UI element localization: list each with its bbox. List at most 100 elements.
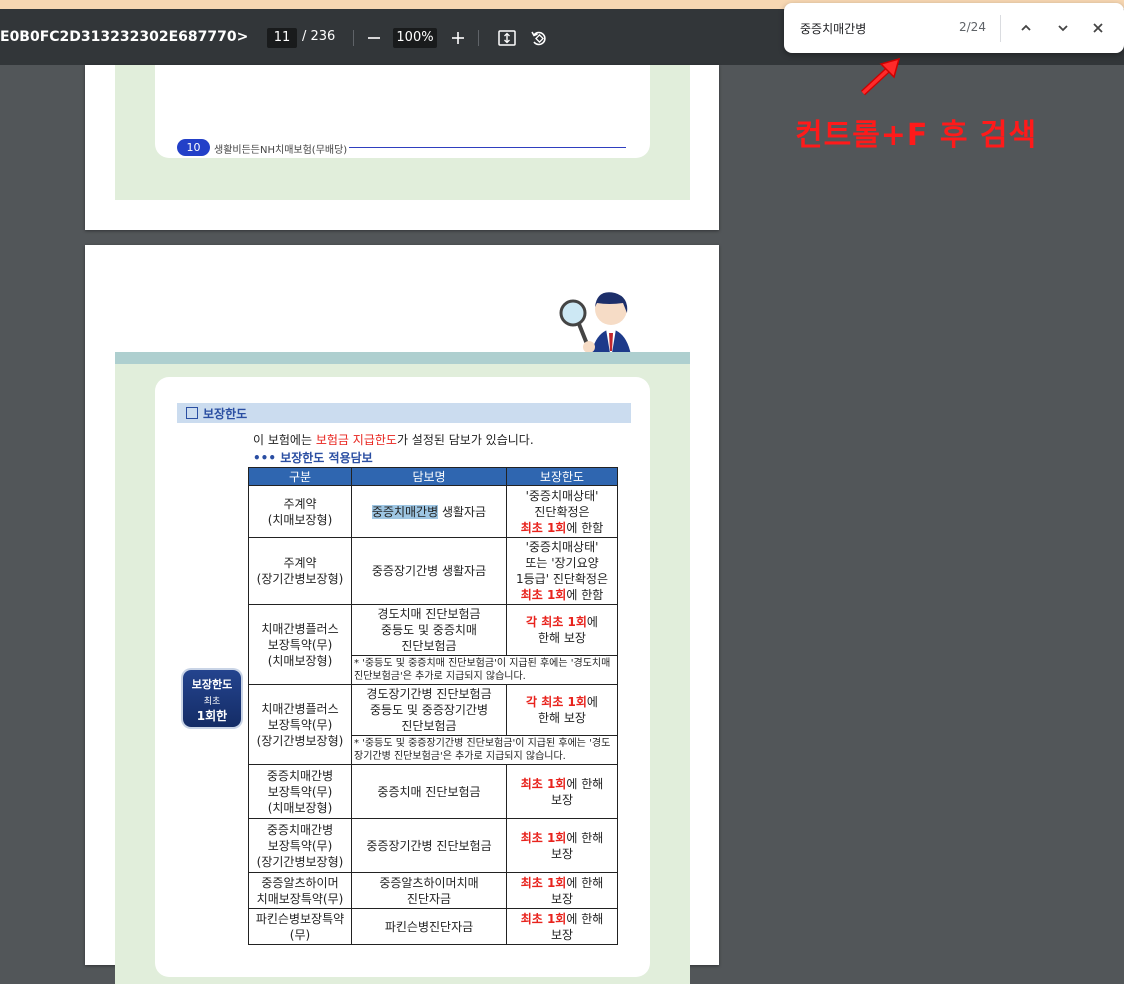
row-category-text: 중증알츠하이머 치매보장특약(무) [256,875,344,906]
find-result-count: 2/24 [959,20,986,34]
row-coverage-limit: '중증치매상태' 또는 '장기요양 1등급' 진단확정은최초 1회에 한함 [506,537,618,605]
row-coverage-limit: 최초 1회에 한해 보장 [506,908,618,945]
row-category: 주계약 (장기간병보장형) [248,537,352,605]
table-header-category: 구분 [248,467,352,486]
row-category: 중증치매간병 보장특약(무) (장기간병보장형) [248,818,352,873]
row-coverage-name: 중증장기간병 생활자금 [351,537,507,605]
row-coverage-name-text: 생활자금 [438,504,487,519]
table-header-row: 구분 담보명 보장한도 [248,467,618,486]
row-category-text: 치매간병플러스 보장특약(무) (장기간병보장형) [256,701,344,748]
find-bar: 중증치매간병 2/24 [784,3,1124,53]
row-category-text: 주계약 (치매보장형) [267,496,333,527]
table-body: 주계약 (치매보장형) 중증치매간병 생활자금 '중증치매상태' 진단확정은 최초 1… [248,485,618,945]
intro-text-before: 이 보험에는 [253,433,316,447]
row-coverage-name: 중증치매간병 생활자금 [351,485,507,538]
row-limit-emphasis: 최초 1회 [520,911,567,926]
page-total: / 236 [302,29,336,44]
row-limit-emphasis: 최초 1회 [520,830,567,845]
find-divider [1000,15,1001,42]
row-category-text: 치매간병플러스 보장특약(무) (치매보장형) [261,621,339,668]
row-limit-emphasis: 각 최초 1회 [526,695,587,709]
zoom-in-button[interactable] [446,26,470,50]
table-row: 치매간병플러스 보장특약(무) (장기간병보장형) 경도장기간병 진단보험금 중등… [248,684,618,765]
page-header-band [115,352,690,364]
page-footer-text: 생활비든든NH치매보험(무배당) [214,145,348,156]
row-category: 치매간병플러스 보장특약(무) (치매보장형) [248,604,352,685]
row-coverage-name-text: 중증장기간병 생활자금 [371,564,487,578]
table-row: 중증치매간병 보장특약(무) (장기간병보장형) 중증장기간병 진단보험금 최초 1… [248,818,618,873]
badge-title: 보장한도 [191,678,233,691]
table-header-limit: 보장한도 [506,467,618,486]
fit-page-icon [498,30,516,46]
intro-text-after: 가 설정된 담보가 있습니다. [396,433,534,447]
document-title: E0B0FC2D313232302E687770> [0,29,249,45]
annotation-text: 컨트롤+F 후 검색 [795,118,1038,153]
footer-rule [349,147,626,148]
row-coverage-name: 중증알츠하이머치매 진단자금 [351,872,507,909]
row-category-text: 중증치매간병 보장특약(무) (치매보장형) [266,768,334,815]
table-row: 주계약 (장기간병보장형) 중증장기간병 생활자금 '중증치매상태' 또는 '장기요… [248,537,618,605]
zoom-input[interactable]: 100% [393,28,437,48]
row-coverage-name-text: 중증치매 진단보험금 [377,784,481,799]
pdf-page-previous: 10 생활비든든NH치매보험(무배당) [85,65,719,230]
row-note: * '중등도 및 중증치매 진단보험금'이 지급된 후에는 '경도치매 진단보험… [351,655,618,685]
row-limit-emphasis: 각 최초 1회 [526,615,587,629]
page-content-card: 10 생활비든든NH치매보험(무배당) [155,65,650,158]
row-coverage-limit: 최초 1회에 한해 보장 [506,872,618,909]
fit-page-button[interactable] [495,26,519,50]
row-coverage-limit: 각 최초 1회에 한해 보장 [506,684,618,736]
coverage-table: 구분 담보명 보장한도 주계약 (치매보장형) 중증치매간병 생활자금 '중증치매상… [248,467,618,945]
badge-sub: 최초 [203,697,221,707]
find-input[interactable]: 중증치매간병 [800,20,866,37]
table-row: 파킨슨병보장특약 (무) 파킨슨병진단자금 최초 1회에 한해 보장 [248,908,618,945]
row-limit-emphasis: 최초 1회 [520,776,567,791]
find-previous-button[interactable] [1014,16,1038,40]
row-coverage-limit: 최초 1회에 한해 보장 [506,764,618,819]
table-row: 중증알츠하이머 치매보장특약(무) 중증알츠하이머치매 진단자금 최초 1회에 한해… [248,872,618,909]
page-number-input[interactable]: 11 [267,28,297,48]
find-next-button[interactable] [1051,16,1075,40]
row-coverage-limit: 각 최초 1회에 한해 보장 [506,604,618,656]
chevron-up-icon [1021,24,1031,31]
table-row: 주계약 (치매보장형) 중증치매간병 생활자금 '중증치매상태' 진단확정은 최초 1… [248,485,618,538]
row-limit-suffix: 에 한함 [566,588,604,602]
row-coverage-name: 경도치매 진단보험금 중등도 및 중증치매 진단보험금 [351,604,507,656]
minus-icon [368,37,380,39]
row-note: * '중등도 및 중증장기간병 진단보험금'이 지급된 후에는 '경도장기간병 … [351,735,618,765]
plus-icon [452,32,464,44]
row-category: 주계약 (치매보장형) [248,485,352,538]
search-match-highlight: 중증치매간병 [371,504,439,519]
row-category: 파킨슨병보장특약 (무) [248,908,352,945]
row-category: 중증알츠하이머 치매보장특약(무) [248,872,352,909]
row-limit-emphasis: 최초 1회 [520,520,567,535]
table-header-name: 담보명 [351,467,507,486]
row-limit-emphasis: 최초 1회 [520,588,567,602]
intro-text: 이 보험에는 보험금 지급한도가 설정된 담보가 있습니다. [253,431,534,448]
rotate-icon [531,31,546,46]
row-coverage-limit: '중증치매상태' 진단확정은 최초 1회에 한함 [506,485,618,538]
coverage-limit-badge: 보장한도 최초 1회한 [183,670,241,727]
row-category: 치매간병플러스 보장특약(무) (장기간병보장형) [248,684,352,765]
table-row: 중증치매간병 보장특약(무) (치매보장형) 중증치매 진단보험금 최초 1회에 한… [248,764,618,819]
close-icon [1093,23,1103,33]
row-category-text: 파킨슨병보장특약 (무) [255,911,345,942]
section-title: 보장한도 [203,407,248,421]
row-coverage-name: 중증치매 진단보험금 [351,764,507,819]
find-close-button[interactable] [1086,16,1110,40]
toolbar-divider [353,30,354,46]
row-category: 중증치매간병 보장특약(무) (치매보장형) [248,764,352,819]
row-limit-suffix: 에 한함 [566,520,604,535]
row-coverage-name: 경도장기간병 진단보험금 중등도 및 중증장기간병 진단보험금 [351,684,507,736]
row-limit-text: '중증치매상태' 진단확정은 [525,488,599,519]
chevron-down-icon [1058,25,1068,32]
row-coverage-name-text: 중증장기간병 진단보험금 [366,838,492,853]
rotate-button[interactable] [527,26,551,50]
annotation-arrow-icon [860,57,901,96]
row-limit-text: '중증치매상태' 또는 '장기요양 1등급' 진단확정은 [515,540,609,586]
zoom-out-button[interactable] [362,26,386,50]
row-category-text: 주계약 (장기간병보장형) [256,556,344,586]
badge-count: 1회한 [196,709,228,723]
row-coverage-name-text: 경도장기간병 진단보험금 중등도 및 중증장기간병 진단보험금 [366,687,492,733]
toolbar-divider [478,30,479,46]
row-coverage-name: 파킨슨병진단자금 [351,908,507,945]
